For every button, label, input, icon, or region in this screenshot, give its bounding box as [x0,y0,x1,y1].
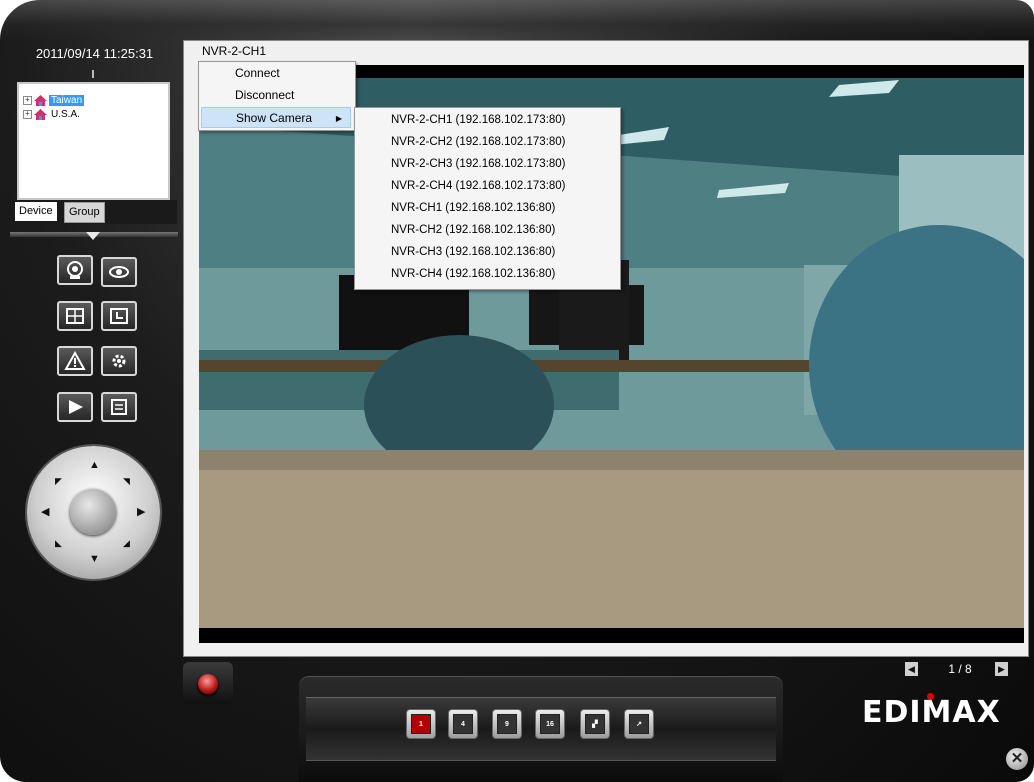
prev-page-button[interactable]: ◀ [905,662,918,676]
alert-button[interactable] [57,346,93,376]
layout-label: 16 [540,714,560,734]
ptz-upright-icon[interactable]: ◥ [123,476,130,487]
device-tree[interactable]: + Taiwan + U.S.A. [17,82,170,200]
menu-item-disconnect[interactable]: Disconnect [201,85,351,106]
layout-button[interactable] [57,301,93,331]
app-window: 2011/09/14 11:25:31 + Taiwan + U.S.A. De… [0,0,1034,782]
log-icon [111,399,127,415]
submenu-item-nvr-ch4[interactable]: NVR-CH4 (192.168.102.136:80) [357,263,616,285]
ptz-right-icon[interactable]: ▶ [137,507,145,518]
webcam-icon [67,261,83,279]
close-button[interactable]: ✕ [1006,748,1028,770]
datetime-display: 2011/09/14 11:25:31 [35,46,154,61]
ptz-upleft-icon[interactable]: ◤ [55,476,62,487]
submenu-item-nvr2-ch3[interactable]: NVR-2-CH3 (192.168.102.173:80) [357,153,616,175]
settings-icon [112,354,126,368]
tree-item-label: Taiwan [49,94,85,106]
menu-item-show-camera[interactable]: Show Camera ▶ [201,107,351,128]
layout-label: 4 [453,714,473,734]
submenu-item-nvr2-ch4[interactable]: NVR-2-CH4 (192.168.102.173:80) [357,175,616,197]
monitor-button[interactable] [101,257,137,287]
submenu-item-nvr2-ch1[interactable]: NVR-2-CH1 (192.168.102.173:80) [357,109,616,131]
record-button[interactable] [183,662,233,704]
menu-item-label: Show Camera [236,111,313,125]
clock-tick [92,70,94,78]
ptz-downright-icon[interactable]: ◢ [123,538,130,549]
brand-logo: EDIMAX [862,695,1001,730]
tree-item-taiwan[interactable]: + Taiwan [23,94,85,106]
submenu-arrow-icon: ▶ [335,114,342,123]
submenu-item-nvr-ch1[interactable]: NVR-CH1 (192.168.102.136:80) [357,197,616,219]
layout-icon [66,308,84,324]
video-title: NVR-2-CH1 [202,44,267,58]
layout-label: 9 [497,714,517,734]
playback-button[interactable] [57,392,93,422]
layout-9-button[interactable]: 9 [492,709,522,739]
tree-item-label: U.S.A. [51,108,80,120]
expand-icon[interactable]: + [23,109,32,119]
play-icon [69,400,83,414]
ptz-left-icon[interactable]: ◀ [41,507,49,518]
fullscreen-button[interactable]: ↗ [624,709,654,739]
ptz-down-icon[interactable]: ▼ [89,554,100,565]
camera-submenu: NVR-2-CH1 (192.168.102.173:80) NVR-2-CH2… [354,107,621,290]
collapse-arrow-icon[interactable] [86,232,100,240]
sequence-button[interactable]: ▞ [580,709,610,739]
menu-item-connect[interactable]: Connect [201,63,351,84]
page-indicator: 1 / 8 [948,662,972,676]
layout-1-button[interactable]: 1 [406,709,436,739]
submenu-item-nvr2-ch2[interactable]: NVR-2-CH2 (192.168.102.173:80) [357,131,616,153]
submenu-item-nvr-ch2[interactable]: NVR-CH2 (192.168.102.136:80) [357,219,616,241]
submenu-item-nvr-ch3[interactable]: NVR-CH3 (192.168.102.136:80) [357,241,616,263]
house-icon [34,108,47,120]
next-page-button[interactable]: ▶ [995,662,1008,676]
ptz-joystick[interactable]: ▲ ▼ ◀ ▶ ◤ ◥ ◣ ◢ [27,446,160,579]
settings-button[interactable] [101,346,137,376]
ptz-up-icon[interactable]: ▲ [89,460,100,471]
schedule-button[interactable] [101,301,137,331]
tree-item-usa[interactable]: + U.S.A. [23,108,82,120]
layout-4-button[interactable]: 4 [448,709,478,739]
record-icon [198,674,218,694]
alert-icon [64,351,86,370]
tab-device[interactable]: Device [15,202,57,221]
house-icon [34,94,47,106]
tree-tabs: Device Group [12,200,177,224]
fullscreen-icon: ↗ [629,714,649,734]
webcam-button[interactable] [57,255,93,285]
context-menu: Connect Disconnect Show Camera ▶ [198,61,356,131]
title-gloss [0,0,1034,40]
ptz-center-button[interactable] [70,489,116,535]
tab-group[interactable]: Group [64,202,105,223]
eye-icon [109,266,129,278]
layout-16-button[interactable]: 16 [535,709,565,739]
pager: ◀ 1 / 8 ▶ [905,661,1015,679]
schedule-icon [110,308,128,324]
sequence-icon: ▞ [585,714,605,734]
expand-icon[interactable]: + [23,95,32,105]
log-button[interactable] [101,392,137,422]
ptz-downleft-icon[interactable]: ◣ [55,538,62,549]
layout-label: 1 [411,714,431,734]
